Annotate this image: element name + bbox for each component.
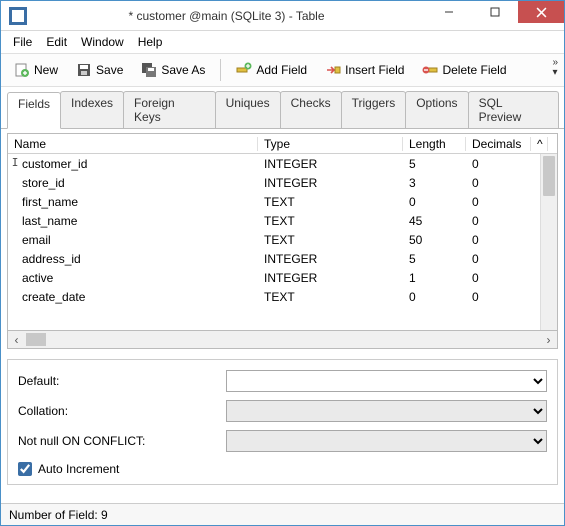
col-name[interactable]: Name (8, 137, 258, 151)
new-label: New (34, 63, 58, 77)
window: * customer @main (SQLite 3) - Table File… (0, 0, 565, 526)
default-select[interactable] (226, 370, 547, 392)
vertical-scrollbar[interactable] (540, 154, 557, 330)
table-row[interactable]: address_idINTEGER50 (8, 249, 557, 268)
table-row[interactable]: first_nameTEXT00 (8, 192, 557, 211)
menu-file[interactable]: File (7, 33, 38, 51)
collation-select[interactable] (226, 400, 547, 422)
save-button[interactable]: Save (69, 58, 130, 82)
table-row[interactable]: create_dateTEXT00 (8, 287, 557, 306)
tab-checks[interactable]: Checks (280, 91, 342, 128)
tab-options[interactable]: Options (405, 91, 468, 128)
row-cursor-icon: I (10, 156, 20, 169)
table-row[interactable]: store_idINTEGER30 (8, 173, 557, 192)
titlebar: * customer @main (SQLite 3) - Table (1, 1, 564, 31)
menu-window[interactable]: Window (75, 33, 130, 51)
tab-indexes[interactable]: Indexes (60, 91, 124, 128)
table-row[interactable]: customer_idINTEGER50 (8, 154, 557, 173)
collation-label: Collation: (18, 404, 218, 418)
notnull-row: Not null ON CONFLICT: (18, 430, 547, 452)
toolbar-overflow-icon[interactable]: »▾ (552, 58, 558, 78)
menubar: File Edit Window Help (1, 31, 564, 53)
maximize-button[interactable] (472, 1, 518, 23)
tab-triggers[interactable]: Triggers (341, 91, 407, 128)
menu-help[interactable]: Help (132, 33, 169, 51)
delete-field-icon (422, 62, 438, 78)
insert-field-icon (325, 62, 341, 78)
notnull-label: Not null ON CONFLICT: (18, 434, 218, 448)
save-icon (76, 62, 92, 78)
grid-body: I customer_idINTEGER50 store_idINTEGER30… (8, 154, 557, 330)
add-field-icon (236, 62, 252, 78)
col-length[interactable]: Length (403, 137, 466, 151)
tab-foreign-keys[interactable]: Foreign Keys (123, 91, 216, 128)
tabbar: Fields Indexes Foreign Keys Uniques Chec… (1, 87, 564, 129)
status-text: Number of Field: 9 (9, 508, 108, 522)
insert-field-label: Insert Field (345, 63, 404, 77)
col-decimals[interactable]: Decimals (466, 137, 531, 151)
fields-grid: Name Type Length Decimals ^ I customer_i… (7, 133, 558, 331)
notnull-select[interactable] (226, 430, 547, 452)
minimize-button[interactable] (426, 1, 472, 23)
statusbar: Number of Field: 9 (1, 503, 564, 525)
menu-edit[interactable]: Edit (40, 33, 73, 51)
window-title: * customer @main (SQLite 3) - Table (27, 9, 426, 23)
spacer (1, 489, 564, 503)
new-icon (14, 62, 30, 78)
tab-uniques[interactable]: Uniques (215, 91, 281, 128)
save-label: Save (96, 63, 123, 77)
insert-field-button[interactable]: Insert Field (318, 58, 411, 82)
scroll-left-icon[interactable]: ‹ (8, 331, 25, 348)
auto-increment-checkbox[interactable] (18, 462, 32, 476)
close-button[interactable] (518, 1, 564, 23)
toolbar-separator (220, 59, 221, 81)
new-button[interactable]: New (7, 58, 65, 82)
grid-header: Name Type Length Decimals ^ (8, 134, 557, 154)
table-row[interactable]: last_nameTEXT450 (8, 211, 557, 230)
scroll-right-icon[interactable]: › (540, 331, 557, 348)
table-row[interactable]: emailTEXT500 (8, 230, 557, 249)
add-field-button[interactable]: Add Field (229, 58, 314, 82)
save-as-icon (141, 62, 157, 78)
horizontal-scrollbar-thumb[interactable] (26, 333, 46, 346)
window-buttons (426, 1, 564, 30)
save-as-label: Save As (161, 63, 205, 77)
toolbar: New Save Save As Add Field Insert Field (1, 53, 564, 87)
vertical-scrollbar-thumb[interactable] (543, 156, 555, 196)
tab-sql-preview[interactable]: SQL Preview (468, 91, 559, 128)
table-row[interactable]: activeINTEGER10 (8, 268, 557, 287)
collation-row: Collation: (18, 400, 547, 422)
add-field-label: Add Field (256, 63, 307, 77)
auto-increment-row: Auto Increment (18, 462, 547, 476)
default-label: Default: (18, 374, 218, 388)
app-icon (9, 7, 27, 25)
horizontal-scrollbar[interactable]: ‹ › (7, 331, 558, 349)
default-row: Default: (18, 370, 547, 392)
delete-field-label: Delete Field (442, 63, 506, 77)
delete-field-button[interactable]: Delete Field (415, 58, 513, 82)
col-type[interactable]: Type (258, 137, 403, 151)
tab-fields[interactable]: Fields (7, 92, 61, 129)
save-as-button[interactable]: Save As (134, 58, 212, 82)
auto-increment-label: Auto Increment (38, 462, 119, 476)
col-scroll-gap[interactable]: ^ (531, 137, 548, 151)
field-properties: Default: Collation: Not null ON CONFLICT… (7, 359, 558, 485)
